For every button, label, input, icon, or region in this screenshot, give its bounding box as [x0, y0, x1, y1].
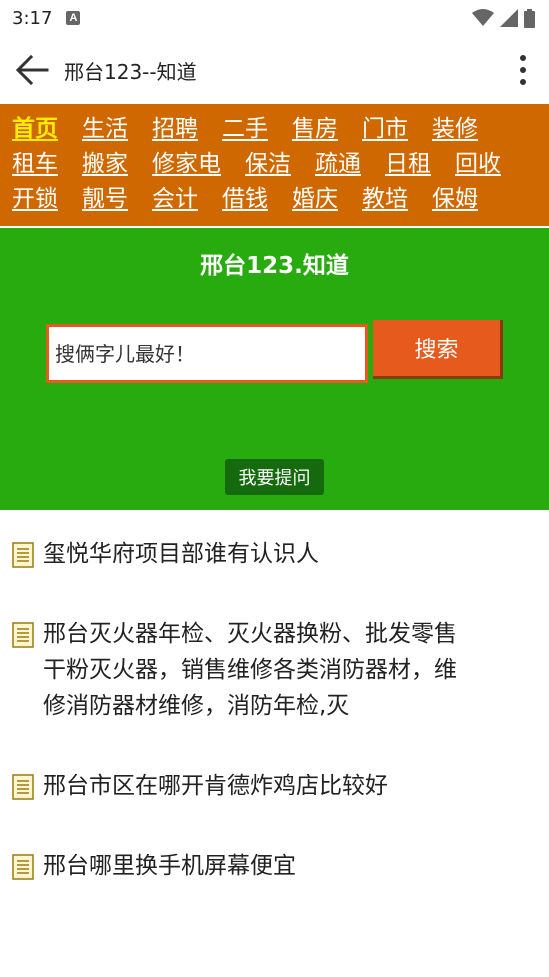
category-link[interactable]: 生活 [82, 118, 128, 141]
page-title: 邢台123--知道 [64, 59, 197, 84]
status-time: 3:17 [12, 7, 53, 29]
category-link[interactable]: 回收 [455, 153, 501, 176]
category-link[interactable]: 会计 [152, 188, 198, 211]
category-link[interactable]: 招聘 [152, 118, 198, 141]
question-link[interactable]: 邢台市区在哪开肯德炸鸡店比较好 [43, 768, 473, 804]
search-input[interactable] [46, 324, 368, 383]
category-link[interactable]: 修家电 [152, 153, 221, 176]
question-link[interactable]: 邢台灭火器年检、灭火器换粉、批发零售干粉灭火器，销售维修各类消防器材，维修消防器… [43, 616, 473, 724]
question-link[interactable]: 邢台哪里换手机屏幕便宜 [43, 848, 473, 884]
category-link-home[interactable]: 首页 [12, 118, 58, 141]
status-left: 3:17 A [12, 7, 81, 29]
list-item[interactable]: 邢台哪里换手机屏幕便宜 [12, 848, 537, 884]
status-right [472, 8, 535, 28]
notification-a-icon: A [66, 11, 81, 25]
category-link[interactable]: 日租 [385, 153, 431, 176]
wifi-icon [472, 9, 494, 26]
category-row: 开锁 靓号 会计 借钱 婚庆 教培 保姆 [12, 182, 549, 217]
question-list: 玺悦华府项目部谁有认识人 邢台灭火器年检、灭火器换粉、批发零售干粉灭火器，销售维… [0, 536, 549, 884]
arrow-left-icon[interactable] [14, 52, 50, 88]
search-section: 邢台123.知道 搜索 我要提问 [0, 226, 549, 510]
category-link[interactable]: 搬家 [82, 153, 128, 176]
list-item[interactable]: 邢台灭火器年检、灭火器换粉、批发零售干粉灭火器，销售维修各类消防器材，维修消防器… [12, 616, 537, 724]
category-nav: 首页 生活 招聘 二手 售房 门市 装修 租车 搬家 修家电 保洁 疏通 日租 … [0, 104, 549, 226]
search-button[interactable]: 搜索 [373, 320, 503, 379]
category-link[interactable]: 靓号 [82, 188, 128, 211]
category-link[interactable]: 婚庆 [292, 188, 338, 211]
category-link[interactable]: 门市 [362, 118, 408, 141]
category-link[interactable]: 售房 [292, 118, 338, 141]
list-item[interactable]: 邢台市区在哪开肯德炸鸡店比较好 [12, 768, 537, 804]
document-icon [12, 854, 34, 880]
category-link[interactable]: 疏通 [315, 153, 361, 176]
document-icon [12, 622, 34, 648]
document-icon [12, 774, 34, 800]
signal-icon [500, 9, 518, 27]
status-bar: 3:17 A [0, 0, 549, 36]
category-link[interactable]: 开锁 [12, 188, 58, 211]
list-item[interactable]: 玺悦华府项目部谁有认识人 [12, 536, 537, 572]
question-link[interactable]: 玺悦华府项目部谁有认识人 [43, 536, 473, 572]
app-bar: 邢台123--知道 [0, 36, 549, 104]
site-title: 邢台123.知道 [200, 253, 349, 279]
category-link[interactable]: 装修 [432, 118, 478, 141]
ask-question-button[interactable]: 我要提问 [225, 459, 324, 495]
document-icon [12, 542, 34, 568]
battery-icon [524, 8, 535, 28]
category-link[interactable]: 保洁 [245, 153, 291, 176]
category-link[interactable]: 二手 [222, 118, 268, 141]
more-vert-icon[interactable] [511, 52, 535, 88]
category-row: 租车 搬家 修家电 保洁 疏通 日租 回收 [12, 147, 549, 182]
category-link[interactable]: 教培 [362, 188, 408, 211]
category-link[interactable]: 保姆 [432, 188, 478, 211]
category-link[interactable]: 借钱 [222, 188, 268, 211]
category-row: 首页 生活 招聘 二手 售房 门市 装修 [12, 112, 549, 147]
category-link[interactable]: 租车 [12, 153, 58, 176]
